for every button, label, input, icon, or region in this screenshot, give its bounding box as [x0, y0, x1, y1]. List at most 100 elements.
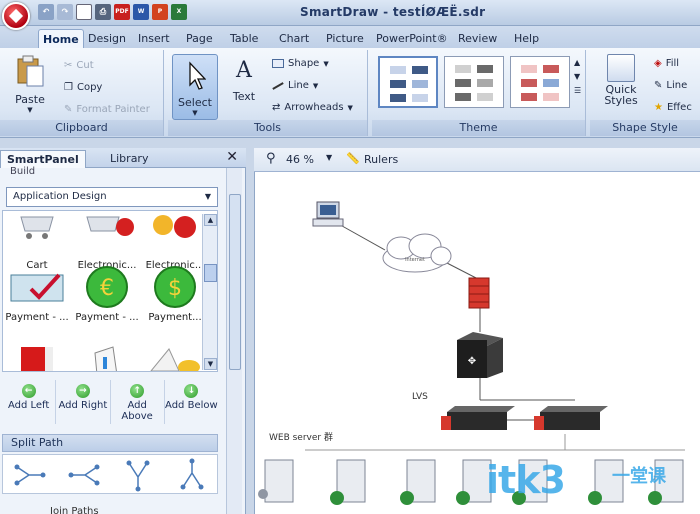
redo-icon[interactable]: ↷	[57, 4, 73, 20]
chevron-down-icon[interactable]: ▼	[326, 153, 332, 162]
gallery-item-electronic-2[interactable]: Electronic...	[141, 213, 209, 271]
gallery-item-label: Payment - ...	[75, 312, 139, 323]
zoom-magnifier-icon[interactable]: ⚲	[266, 151, 276, 166]
theme-gallery-scroll[interactable]: ▲ ▼ ☰	[574, 56, 581, 98]
star-icon: ★	[654, 102, 663, 113]
shape-button[interactable]: Shape ▼	[272, 58, 329, 69]
tab-table[interactable]: Table	[226, 29, 262, 48]
pdf-icon[interactable]: PDF	[114, 4, 130, 20]
shape-style-group-label: Shape Style	[590, 120, 700, 136]
tab-chart[interactable]: Chart	[275, 29, 313, 48]
format-painter-button[interactable]: ✎ Format Painter	[64, 104, 150, 115]
split-path-right-option[interactable]	[3, 455, 57, 493]
text-label: Text	[232, 90, 256, 103]
copy-button[interactable]: ❐ Copy	[64, 82, 102, 93]
select-dropdown-icon[interactable]: ▼	[173, 109, 217, 117]
library-dropdown[interactable]: Application Design ▼	[6, 187, 218, 207]
clipboard-group-label: Clipboard	[0, 120, 163, 136]
paint-bucket-icon: ◈	[654, 58, 662, 69]
quick-styles-button[interactable]: Quick Styles	[596, 54, 646, 106]
scroll-down-icon[interactable]: ▼	[204, 358, 217, 370]
chevron-down-icon: ▼	[204, 192, 212, 201]
gallery-scroll-thumb[interactable]	[204, 264, 217, 282]
split-path-left-option[interactable]	[57, 455, 111, 493]
paste-button[interactable]: Paste ▼	[10, 54, 50, 114]
gallery-scrollbar[interactable]: ▲ ▼	[202, 214, 217, 370]
arrowheads-icon: ⇄	[272, 102, 281, 113]
app-menu-button[interactable]	[2, 2, 30, 30]
chevron-down-icon: ▼	[323, 59, 329, 68]
tools-group: Select ▼ A Text Shape ▼ Line ▼ ⇄ Arrowhead…	[168, 50, 368, 136]
select-button[interactable]: Select ▼	[172, 54, 218, 120]
line-style-button[interactable]: ✎ Line	[654, 80, 687, 91]
tab-page[interactable]: Page	[182, 29, 217, 48]
split-path-up-option[interactable]	[165, 455, 219, 493]
cut-button[interactable]: ✂ Cut	[64, 60, 94, 71]
tab-review[interactable]: Review	[454, 29, 501, 48]
gallery-item-label: Payment - ...	[5, 312, 69, 323]
web-server-3-icon	[400, 459, 436, 505]
text-button[interactable]: A Text	[224, 54, 264, 103]
document-icon	[94, 346, 117, 371]
tab-home[interactable]: Home	[38, 29, 84, 48]
panel-scrollbar[interactable]	[226, 168, 242, 514]
powerpoint-icon[interactable]: P	[152, 4, 168, 20]
arrow-left-icon: ←	[21, 384, 36, 398]
copy-icon: ❐	[64, 82, 73, 93]
arrowheads-button[interactable]: ⇄ Arrowheads ▼	[272, 102, 353, 113]
quick-access-toolbar: ↶ ↷ ⎙ PDF W P X	[38, 4, 187, 20]
tab-design[interactable]: Design	[84, 29, 130, 48]
pen-icon: ✎	[654, 80, 663, 91]
theme-swatch-blue[interactable]	[378, 56, 438, 108]
clipboard-group: Paste ▼ ✂ Cut ❐ Copy ✎ Format Painter Clipb…	[0, 50, 164, 136]
gallery-item-payment-dollar[interactable]: $ Payment...	[141, 265, 209, 323]
pointer-icon	[189, 61, 207, 90]
zoom-value[interactable]: 46 %	[286, 153, 314, 166]
paste-dropdown-icon[interactable]: ▼	[10, 106, 50, 114]
tab-insert[interactable]: Insert	[134, 29, 174, 48]
tab-powerpoint[interactable]: PowerPoint®	[372, 29, 452, 48]
chevron-down-icon: ▼	[347, 103, 353, 112]
gallery-item-electronic-1[interactable]: Electronic...	[73, 213, 141, 271]
scroll-up-icon[interactable]: ▲	[204, 214, 217, 226]
arrow-up-icon: ↑	[130, 384, 145, 398]
excel-icon[interactable]: X	[171, 4, 187, 20]
theme-group-label: Theme	[372, 120, 585, 136]
theme-swatch-red[interactable]	[510, 56, 570, 108]
new-document-icon[interactable]	[76, 4, 92, 20]
gallery-item-coins[interactable]	[141, 345, 209, 371]
line-label: Line	[288, 80, 309, 91]
split-path-down-option[interactable]	[111, 455, 165, 493]
print-icon[interactable]: ⎙	[95, 4, 111, 20]
fill-button[interactable]: ◈ Fill	[654, 58, 679, 69]
add-left-button[interactable]: ← Add Left	[2, 380, 57, 424]
web-server-1-icon	[258, 459, 294, 503]
tab-library[interactable]: Library	[104, 150, 154, 168]
line-button[interactable]: Line ▼	[272, 80, 318, 91]
title-bar: ↶ ↷ ⎙ PDF W P X SmartDraw - testÍØÆË.sdr	[0, 0, 700, 30]
panel-scroll-thumb[interactable]	[229, 194, 241, 370]
split-path-header[interactable]: Split Path	[2, 434, 218, 452]
effects-button[interactable]: ★ Effec	[654, 102, 692, 113]
tab-help[interactable]: Help	[510, 29, 543, 48]
tab-picture[interactable]: Picture	[322, 29, 368, 48]
gallery-item-payment-euro[interactable]: € Payment - ...	[73, 265, 141, 323]
gallery-item-payment-check[interactable]: Payment - ...	[3, 265, 71, 323]
add-above-button[interactable]: ↑ Add Above	[111, 380, 165, 424]
gallery-item-book[interactable]	[3, 345, 71, 371]
close-icon[interactable]: ✕	[226, 149, 238, 165]
ruler-icon: 📏	[346, 152, 360, 165]
undo-icon[interactable]: ↶	[38, 4, 54, 20]
word-icon[interactable]: W	[133, 4, 149, 20]
theme-swatch-gray[interactable]	[444, 56, 504, 108]
rulers-toggle[interactable]: Rulers	[364, 153, 398, 166]
add-right-button[interactable]: → Add Right	[56, 380, 111, 424]
gallery-item-cart[interactable]: Cart	[3, 213, 71, 271]
panel-tabs: SmartPanel Library ✕	[0, 148, 246, 168]
add-below-button[interactable]: ↓ Add Below	[165, 380, 218, 424]
join-paths-label[interactable]: Join Paths	[50, 506, 99, 514]
add-below-label: Add Below	[165, 400, 218, 411]
quick-styles-label: Quick Styles	[604, 83, 638, 107]
gallery-item-document[interactable]	[73, 345, 141, 371]
add-shape-toolbar: ← Add Left → Add Right ↑ Add Above ↓ Add Bel…	[2, 380, 218, 424]
